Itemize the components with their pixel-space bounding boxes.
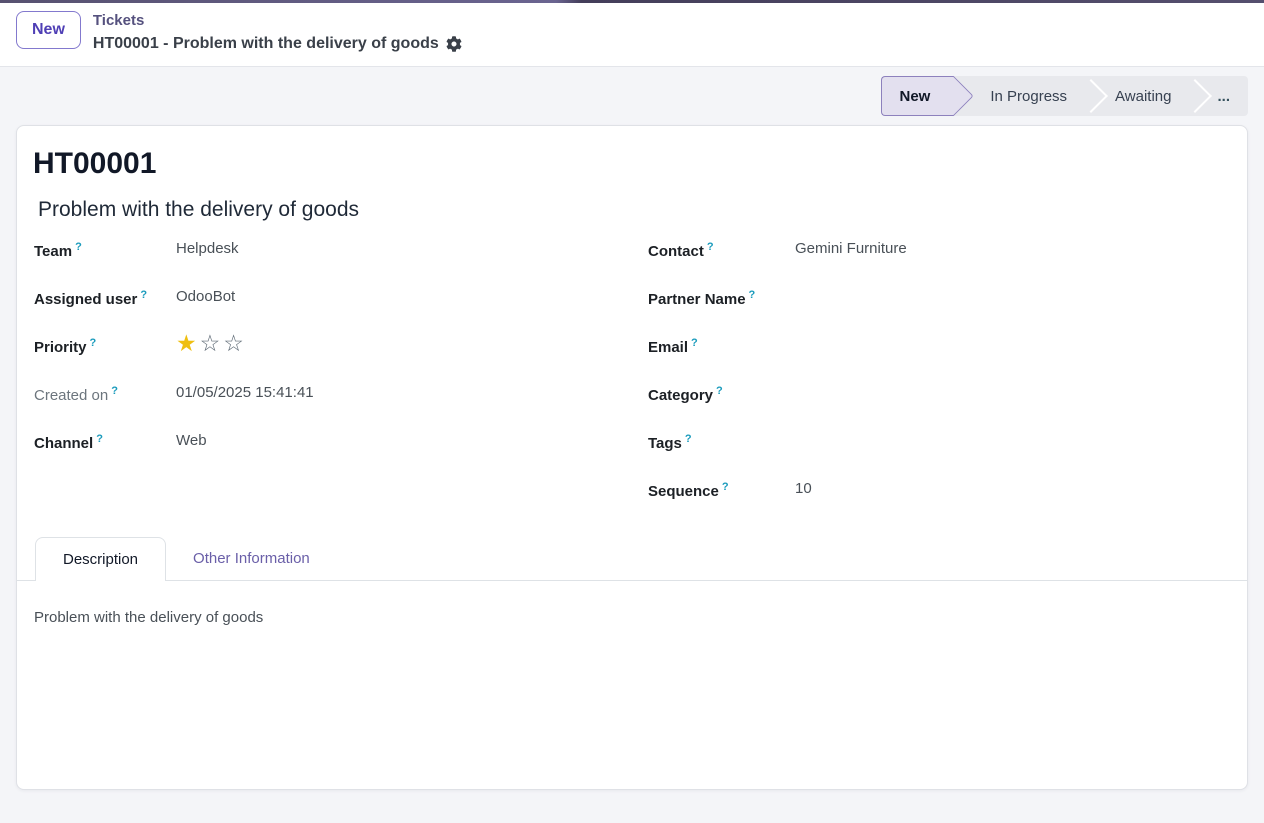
stage-awaiting[interactable]: Awaiting xyxy=(1095,76,1191,116)
notebook-tabs: Description Other Information xyxy=(17,537,1247,581)
field-label-category: Category? xyxy=(648,381,795,406)
field-row-channel: Channel? Web xyxy=(34,429,632,454)
stage-in-progress[interactable]: In Progress xyxy=(970,76,1087,116)
field-row-assigned-user: Assigned user? OdooBot xyxy=(34,285,632,310)
priority-stars[interactable]: ★☆☆ xyxy=(176,333,247,353)
field-label-created-on: Created on? xyxy=(34,381,176,406)
star-empty-icon[interactable]: ☆ xyxy=(223,330,247,356)
help-icon: ? xyxy=(90,337,97,349)
help-icon: ? xyxy=(75,241,82,253)
help-icon: ? xyxy=(691,337,698,349)
field-label-assigned-user: Assigned user? xyxy=(34,285,176,310)
ticket-subject-field[interactable]: Problem with the delivery of goods xyxy=(38,197,1226,222)
field-row-partner-name: Partner Name? xyxy=(648,285,1230,310)
stage-chevron-icon xyxy=(1191,76,1199,116)
control-panel: New In Progress Awaiting ... xyxy=(0,67,1264,116)
help-icon: ? xyxy=(722,481,729,493)
field-row-sequence: Sequence? 10 xyxy=(648,477,1230,502)
help-icon: ? xyxy=(685,433,692,445)
field-row-priority: Priority? ★☆☆ xyxy=(34,333,632,358)
field-value-team[interactable]: Helpdesk xyxy=(176,237,239,259)
field-row-category: Category? xyxy=(648,381,1230,406)
field-row-tags: Tags? xyxy=(648,429,1230,454)
field-label-priority: Priority? xyxy=(34,333,176,358)
field-row-team: Team? Helpdesk xyxy=(34,237,632,262)
breadcrumb-current: HT00001 - Problem with the delivery of g… xyxy=(93,33,439,54)
field-value-channel[interactable]: Web xyxy=(176,429,207,451)
breadcrumb: Tickets HT00001 - Problem with the deliv… xyxy=(93,11,462,54)
breadcrumb-header: New Tickets HT00001 - Problem with the d… xyxy=(0,3,1264,67)
field-grid: Team? Helpdesk Assigned user? OdooBot Pr… xyxy=(17,222,1247,525)
gear-icon[interactable] xyxy=(446,36,462,52)
field-column-left: Team? Helpdesk Assigned user? OdooBot Pr… xyxy=(34,237,632,525)
help-icon: ? xyxy=(716,385,723,397)
star-empty-icon[interactable]: ☆ xyxy=(200,330,224,356)
form-sheet: HT00001 Problem with the delivery of goo… xyxy=(16,125,1248,790)
help-icon: ? xyxy=(96,433,103,445)
breadcrumb-parent-link[interactable]: Tickets xyxy=(93,11,462,31)
description-body[interactable]: Problem with the delivery of goods xyxy=(17,581,1247,761)
help-icon: ? xyxy=(707,241,714,253)
field-row-contact: Contact? Gemini Furniture xyxy=(648,237,1230,262)
field-value-sequence[interactable]: 10 xyxy=(795,477,812,499)
stage-chevron-icon xyxy=(1087,76,1095,116)
field-column-right: Contact? Gemini Furniture Partner Name? … xyxy=(632,237,1230,525)
field-label-channel: Channel? xyxy=(34,429,176,454)
tab-description[interactable]: Description xyxy=(35,537,166,581)
field-label-tags: Tags? xyxy=(648,429,795,454)
field-label-contact: Contact? xyxy=(648,237,795,262)
field-row-email: Email? xyxy=(648,333,1230,358)
help-icon: ? xyxy=(749,289,756,301)
field-row-created-on: Created on? 01/05/2025 15:41:41 xyxy=(34,381,632,406)
help-icon: ? xyxy=(111,385,118,397)
field-value-contact[interactable]: Gemini Furniture xyxy=(795,237,907,259)
field-label-partner-name: Partner Name? xyxy=(648,285,795,310)
field-label-email: Email? xyxy=(648,333,795,358)
ticket-reference: HT00001 xyxy=(33,147,1231,181)
field-value-created-on: 01/05/2025 15:41:41 xyxy=(176,381,314,403)
field-label-team: Team? xyxy=(34,237,176,262)
field-value-assigned-user[interactable]: OdooBot xyxy=(176,285,235,307)
help-icon: ? xyxy=(140,289,147,301)
star-filled-icon[interactable]: ★ xyxy=(176,330,200,356)
stage-new[interactable]: New xyxy=(881,76,955,116)
stage-statusbar: New In Progress Awaiting ... xyxy=(881,76,1249,116)
tab-other-information[interactable]: Other Information xyxy=(166,537,337,580)
field-label-sequence: Sequence? xyxy=(648,477,795,502)
new-button[interactable]: New xyxy=(16,11,81,49)
